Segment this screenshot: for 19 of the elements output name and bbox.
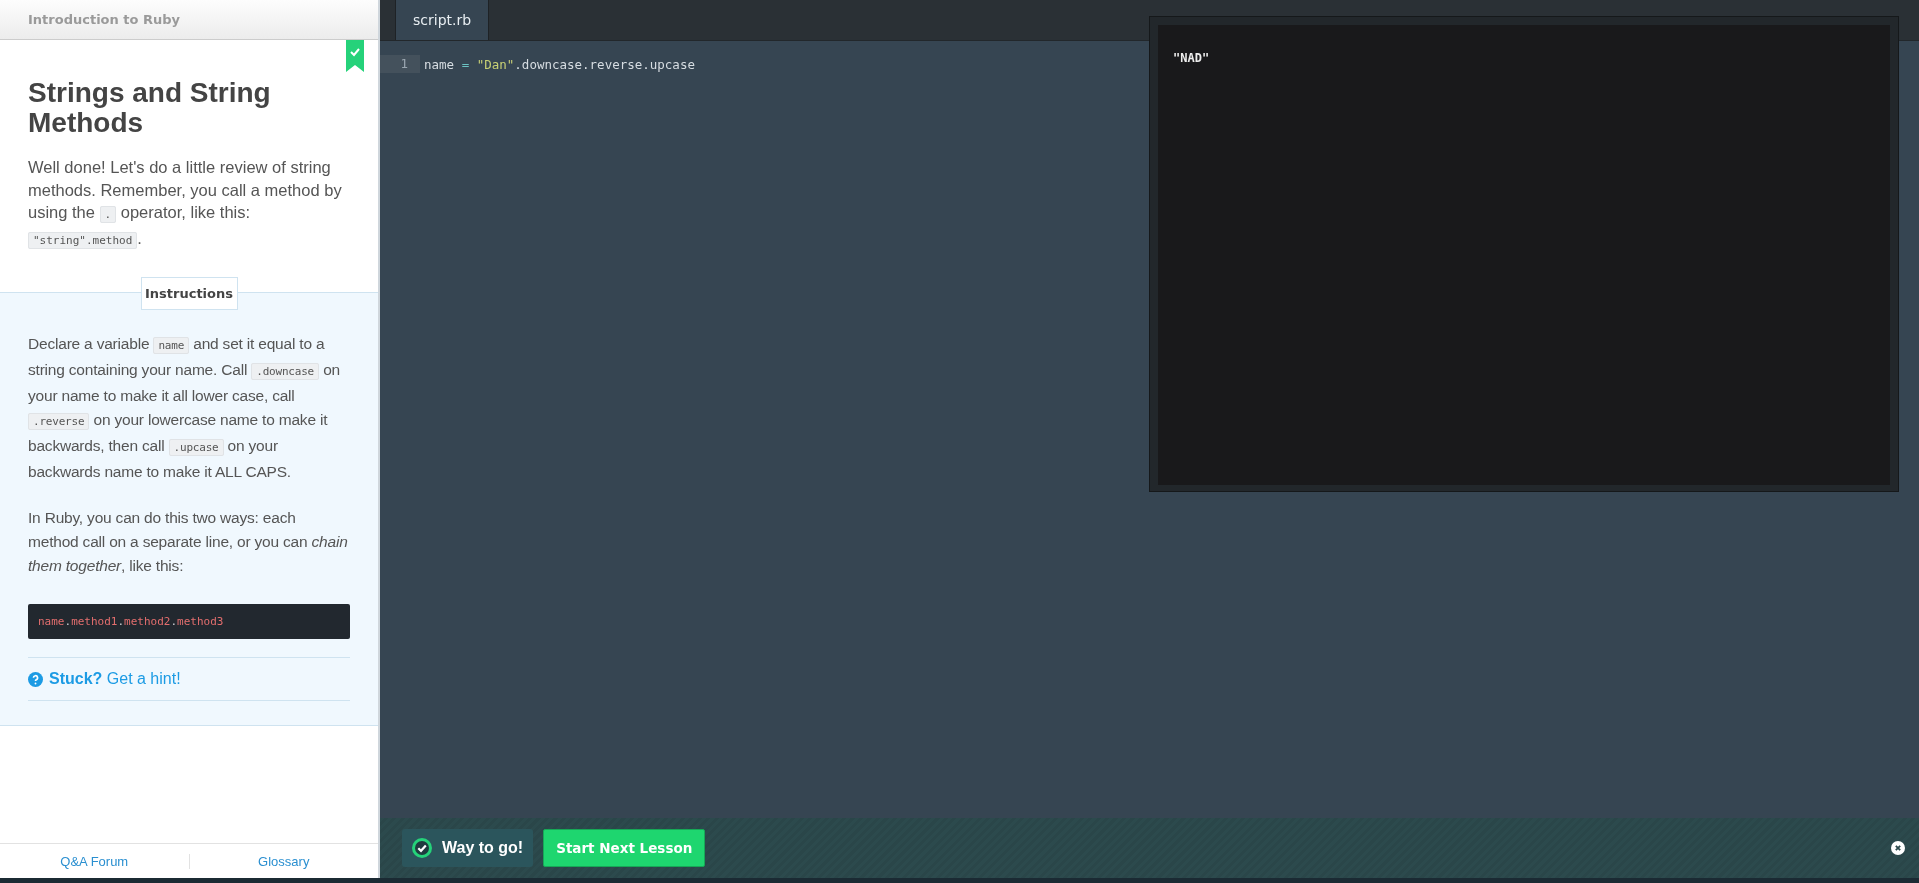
- output-text: "NAD": [1173, 51, 1211, 65]
- line-number: 1: [380, 55, 420, 73]
- help-icon: [28, 671, 43, 687]
- check-circle-icon: [412, 838, 432, 858]
- instruction-text: Declare a variable name and set it equal to a string containing your name. Call .downcase on your name to make it all lower case, call .reverse on your lowercase name to make it backwards, then call .upcase on your backwards name to make it ALL CAPS.: [28, 334, 341, 482]
- hint-link[interactable]: Stuck? Get a hint!: [49, 670, 181, 688]
- code-sample: name.method1.method2.method3: [28, 604, 350, 639]
- success-text: Way to go!: [442, 839, 524, 857]
- close-icon[interactable]: [1891, 841, 1905, 855]
- footer-link[interactable]: Glossary: [189, 853, 378, 869]
- start-next-lesson-button[interactable]: Start Next Lesson: [543, 829, 706, 867]
- file-tab[interactable]: script.rb: [395, 0, 490, 40]
- instructions-tab[interactable]: Instructions: [140, 277, 238, 310]
- code-line: name = "Dan".downcase.reverse.upcase: [423, 56, 695, 72]
- footer-link[interactable]: Q&A Forum: [0, 853, 190, 869]
- lesson-title: Strings and String Methods: [28, 78, 272, 138]
- course-title: Introduction to Ruby: [28, 12, 180, 27]
- instruction-text: In Ruby, you can do this two ways: each method call on a separate line, or you can chain them together, like this:: [28, 508, 349, 576]
- lesson-intro-text: Well done! Let's do a little review of string methods. Remember, you call a method by using the . operator, like this: "string".method .: [28, 157, 343, 251]
